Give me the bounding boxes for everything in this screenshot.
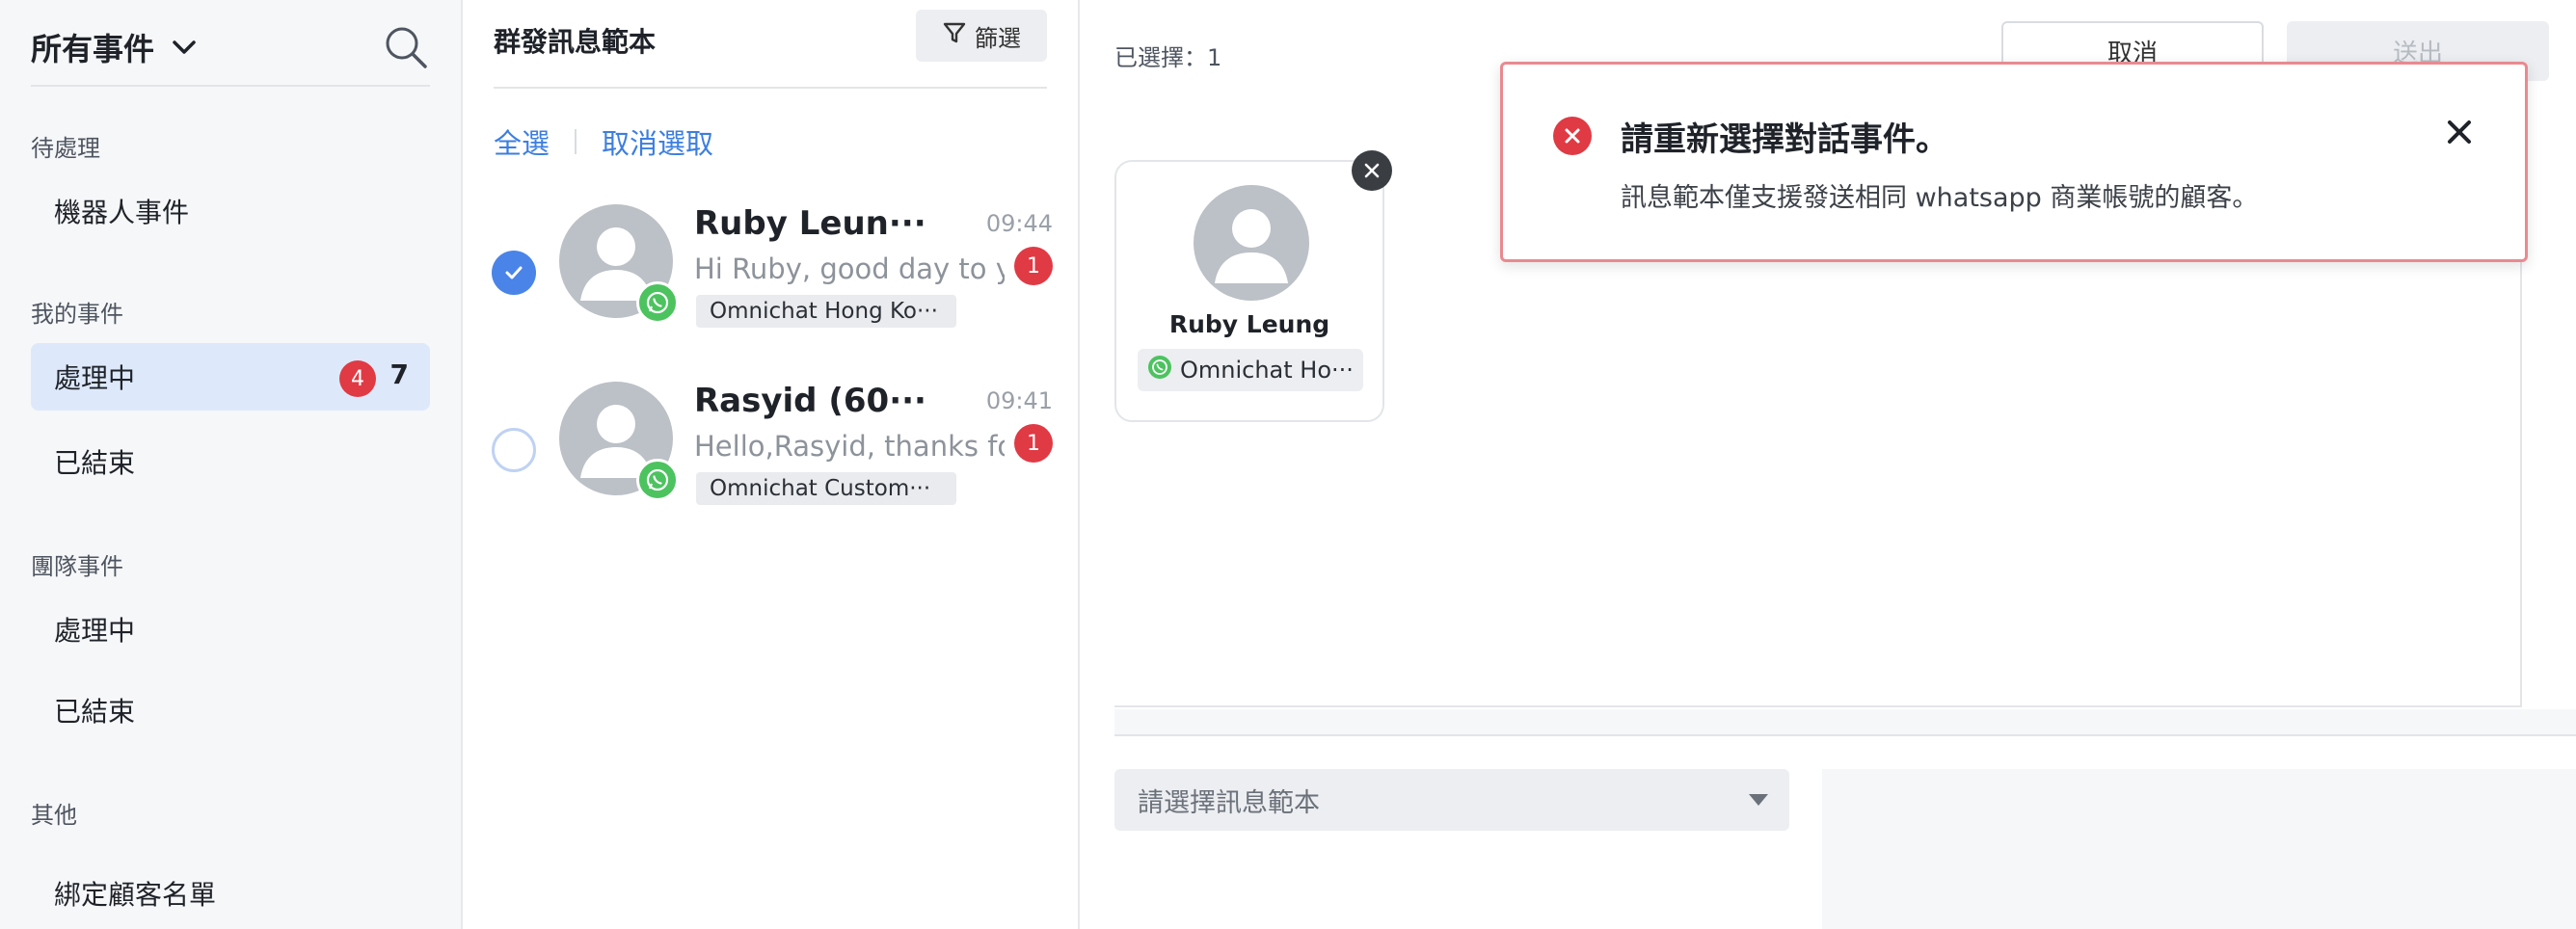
select-all-link[interactable]: 全選 <box>494 121 550 162</box>
remove-recipient-button[interactable] <box>1352 150 1392 191</box>
event-count: 7 <box>389 358 409 390</box>
sidebar: 所有事件 待處理 機器人事件 我的事件 處理中 4 7 已結束 團隊事件 處理中… <box>0 0 463 929</box>
unselected-checkbox[interactable] <box>492 428 536 472</box>
sidebar-item-bind-customer-list[interactable]: 綁定顧客名單 <box>31 860 430 927</box>
section-team-events-label: 團隊事件 <box>31 553 123 580</box>
filter-label: 篩選 <box>975 24 1021 52</box>
unread-badge: 4 <box>339 360 376 397</box>
section-my-events-label: 我的事件 <box>31 301 123 328</box>
sidebar-title: 所有事件 <box>31 31 155 67</box>
selected-count: 已選擇：1 <box>1114 44 1222 71</box>
check-icon <box>505 266 523 279</box>
unread-badge: 1 <box>1014 424 1053 463</box>
deselect-link[interactable]: 取消選取 <box>602 121 713 162</box>
sidebar-item-label: 處理中 <box>54 615 136 647</box>
sidebar-item-label: 已結束 <box>54 696 136 728</box>
timestamp: 09:41 <box>985 387 1053 414</box>
section-pending-label: 待處理 <box>31 135 100 162</box>
list-header: 群發訊息範本 篩選 <box>494 0 1047 89</box>
conversation-list-panel: 群發訊息範本 篩選 全選 取消選取 Ruby Leun··· 09:44 Hi … <box>463 0 1080 929</box>
sidebar-item-my-closed[interactable]: 已結束 <box>31 428 430 495</box>
timestamp: 09:44 <box>985 210 1053 237</box>
whatsapp-icon <box>636 281 679 324</box>
template-select[interactable]: 請選擇訊息範本 <box>1114 769 1789 831</box>
event-scope-dropdown[interactable]: 所有事件 <box>31 25 201 69</box>
list-title: 群發訊息範本 <box>494 26 657 58</box>
error-icon <box>1553 117 1592 155</box>
sidebar-item-label: 機器人事件 <box>54 197 190 228</box>
channel-label: Omnichat Ho··· <box>1180 357 1354 384</box>
filter-button[interactable]: 篩選 <box>916 10 1047 62</box>
contact-name: Rasyid (60··· <box>694 382 926 420</box>
unread-badge: 1 <box>1014 247 1053 285</box>
sidebar-item-label: 處理中 <box>54 362 136 394</box>
divider <box>1114 709 2576 736</box>
sidebar-item-bot-events[interactable]: 機器人事件 <box>31 177 430 245</box>
recipient-card: Ruby Leung Omnichat Ho··· <box>1114 160 1384 422</box>
recipient-channel-tag: Omnichat Ho··· <box>1138 349 1363 391</box>
sidebar-item-my-in-progress[interactable]: 處理中 4 7 <box>31 343 430 411</box>
contact-name: Ruby Leun··· <box>694 204 926 243</box>
search-icon[interactable] <box>384 25 428 69</box>
list-item[interactable]: Rasyid (60··· 09:41 Hello,Rasyid, thanks… <box>463 372 1080 526</box>
sidebar-item-label: 綁定顧客名單 <box>54 879 217 911</box>
list-item[interactable]: Ruby Leun··· 09:44 Hi Ruby, good day to … <box>463 195 1080 349</box>
template-select-placeholder: 請選擇訊息範本 <box>1138 787 1320 818</box>
channel-tag: Omnichat Custom··· <box>696 472 956 505</box>
avatar <box>1194 185 1309 301</box>
message-preview: Hi Ruby, good day to y··· <box>694 252 1005 285</box>
error-toast: 請重新選擇對話事件。 訊息範本僅支援發送相同 whatsapp 商業帳號的顧客。 <box>1500 62 2528 262</box>
section-other-label: 其他 <box>31 802 77 829</box>
selection-controls: 全選 取消選取 <box>494 121 713 162</box>
sidebar-item-team-closed[interactable]: 已結束 <box>31 677 430 744</box>
toast-message: 訊息範本僅支援發送相同 whatsapp 商業帳號的顧客。 <box>1621 183 2259 213</box>
channel-tag: Omnichat Hong Ko··· <box>696 295 956 328</box>
close-icon[interactable] <box>2440 113 2479 151</box>
whatsapp-icon <box>636 459 679 501</box>
whatsapp-icon <box>1147 355 1172 385</box>
message-preview: Hello,Rasyid, thanks fo··· <box>694 430 1005 463</box>
recipient-name: Ruby Leung <box>1168 310 1330 338</box>
caret-down-icon <box>1749 794 1768 806</box>
divider <box>575 129 577 154</box>
sidebar-item-label: 已結束 <box>54 447 136 479</box>
selected-checkbox[interactable] <box>492 251 536 295</box>
template-preview-area <box>1822 769 2576 929</box>
toast-title: 請重新選擇對話事件。 <box>1621 120 1948 159</box>
sidebar-item-team-in-progress[interactable]: 處理中 <box>31 596 430 663</box>
chevron-down-icon <box>168 31 201 64</box>
close-icon <box>1364 163 1380 178</box>
filter-icon <box>942 20 967 51</box>
sidebar-header: 所有事件 <box>31 10 430 87</box>
